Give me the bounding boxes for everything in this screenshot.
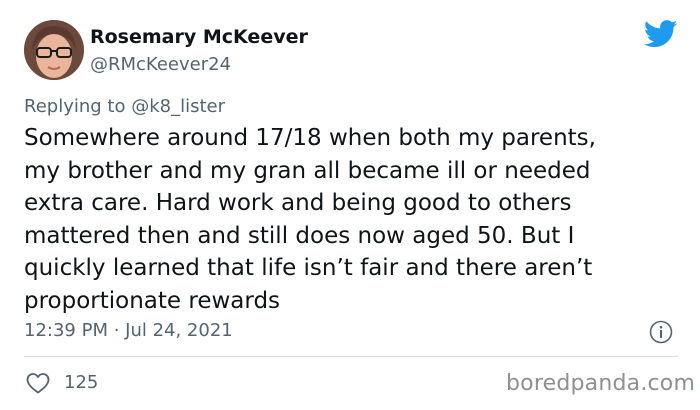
watermark: boredpanda.com xyxy=(506,371,696,396)
author-handle[interactable]: @RMcKeever24 xyxy=(90,54,231,75)
tweet-card: Rosemary McKeever @RMcKeever24 Replying … xyxy=(0,0,700,410)
divider xyxy=(24,356,678,357)
like-count: 125 xyxy=(64,372,99,393)
avatar[interactable] xyxy=(24,20,84,80)
author-display-name[interactable]: Rosemary McKeever xyxy=(90,26,308,48)
twitter-bird-icon[interactable] xyxy=(644,20,678,48)
replying-to-line: Replying to @k8_lister xyxy=(24,96,225,117)
tweet-text: Somewhere around 17/18 when both my pare… xyxy=(24,125,596,314)
info-icon[interactable] xyxy=(649,320,673,344)
tweet-timestamp[interactable]: 12:39 PM · Jul 24, 2021 xyxy=(24,320,233,341)
replying-to-label: Replying to xyxy=(24,96,132,117)
reply-mention-link[interactable]: @k8_lister xyxy=(131,96,225,117)
heart-icon[interactable] xyxy=(26,372,50,394)
